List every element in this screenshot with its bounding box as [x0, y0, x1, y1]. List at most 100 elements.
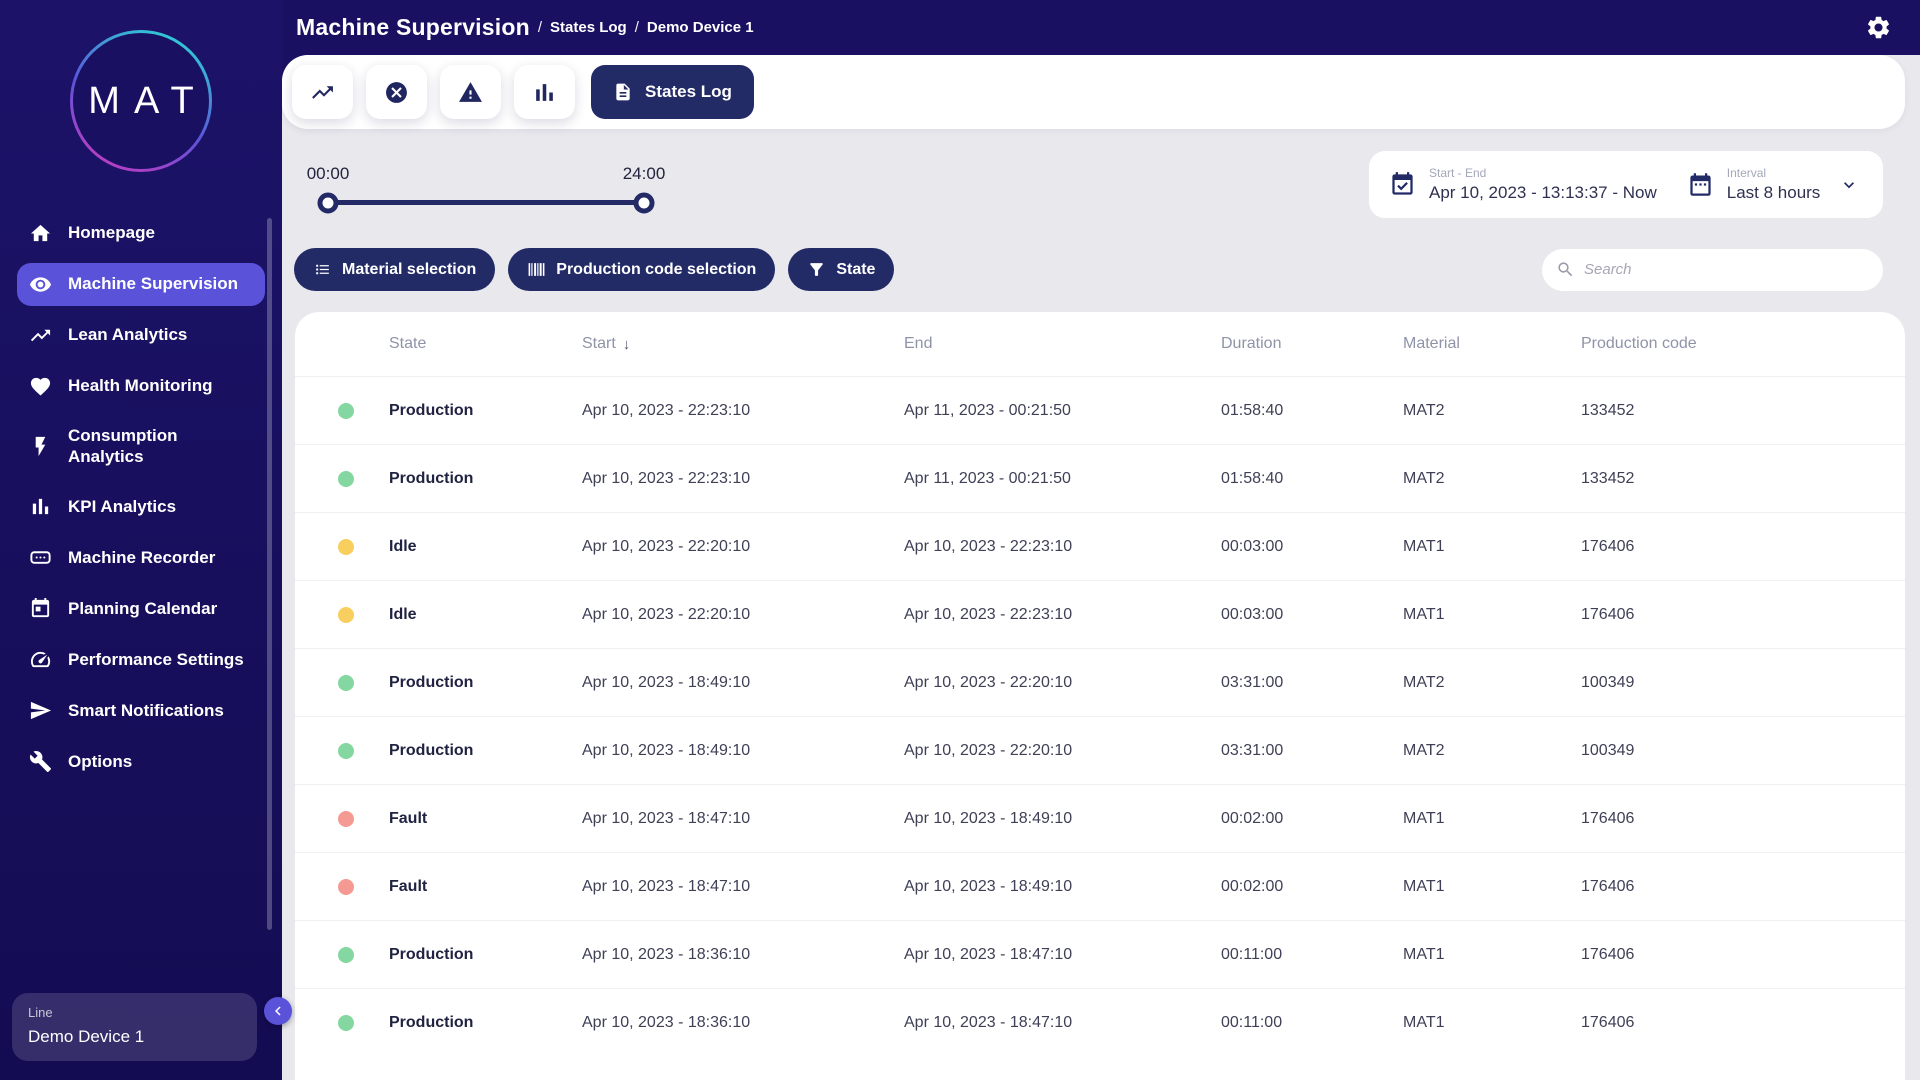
- cell-duration: 01:58:40: [1221, 470, 1403, 488]
- table-row[interactable]: FaultApr 10, 2023 - 18:47:10Apr 10, 2023…: [295, 852, 1905, 920]
- filter-material-selection-button[interactable]: Material selection: [294, 248, 495, 291]
- column-header-production-code[interactable]: Production code: [1581, 335, 1905, 353]
- tab-states-log-label: States Log: [645, 82, 732, 102]
- cell-duration: 01:58:40: [1221, 402, 1403, 420]
- page-title: Machine Supervision: [296, 14, 530, 41]
- sidebar-item-machine-recorder[interactable]: Machine Recorder: [17, 536, 265, 579]
- cell-material: MAT2: [1403, 470, 1581, 488]
- breadcrumb-separator: /: [538, 19, 542, 36]
- cell-end: Apr 10, 2023 - 22:20:10: [904, 674, 1221, 692]
- interval-picker[interactable]: Interval Last 8 hours: [1687, 166, 1860, 203]
- sidebar-item-planning-calendar[interactable]: Planning Calendar: [17, 587, 265, 630]
- sidebar-item-label: Consumption Analytics: [68, 426, 253, 467]
- tab-trend[interactable]: [292, 65, 353, 119]
- logo-ring: MAT: [70, 30, 212, 172]
- table-row[interactable]: ProductionApr 10, 2023 - 18:49:10Apr 10,…: [295, 648, 1905, 716]
- logo: MAT: [0, 0, 282, 172]
- table-row[interactable]: ProductionApr 10, 2023 - 18:36:10Apr 10,…: [295, 920, 1905, 988]
- slider-handle-start[interactable]: [318, 192, 339, 213]
- start-end-text: Start - End Apr 10, 2023 - 13:13:37 - No…: [1429, 166, 1657, 203]
- breadcrumb-states-log[interactable]: States Log: [550, 19, 627, 36]
- cell-end: Apr 10, 2023 - 18:47:10: [904, 946, 1221, 964]
- bars-icon: [532, 80, 557, 105]
- cell-start: Apr 10, 2023 - 18:36:10: [582, 1014, 904, 1032]
- state-dot: [338, 947, 354, 963]
- cell-material: MAT2: [1403, 674, 1581, 692]
- tab-alarms[interactable]: [440, 65, 501, 119]
- tab-errors[interactable]: [366, 65, 427, 119]
- tab-analytics[interactable]: [514, 65, 575, 119]
- search-input[interactable]: [1584, 261, 1869, 278]
- filter-state-button[interactable]: State: [788, 248, 894, 291]
- topbar: Machine Supervision / States Log / Demo …: [282, 0, 1920, 55]
- sidebar-item-machine-supervision[interactable]: Machine Supervision: [17, 263, 265, 306]
- cell-state-dot: [295, 471, 389, 487]
- sidebar-item-label: Machine Recorder: [68, 548, 215, 569]
- date-range-card: Start - End Apr 10, 2023 - 13:13:37 - No…: [1369, 151, 1883, 218]
- sidebar-collapse-button[interactable]: [264, 997, 292, 1025]
- column-header-duration[interactable]: Duration: [1221, 335, 1403, 353]
- cell-state: Fault: [389, 878, 582, 896]
- sidebar-item-smart-notifications[interactable]: Smart Notifications: [17, 689, 265, 732]
- states-table: StateStart↓EndDurationMaterialProduction…: [295, 312, 1905, 1080]
- slider-track[interactable]: [328, 200, 644, 205]
- interval-value: Last 8 hours: [1727, 183, 1821, 203]
- sidebar-nav: Homepage Machine Supervision Lean Analytic…: [0, 212, 282, 783]
- column-header-end[interactable]: End: [904, 335, 1221, 353]
- sidebar-item-label: KPI Analytics: [68, 497, 176, 518]
- start-end-picker[interactable]: Start - End Apr 10, 2023 - 13:13:37 - No…: [1389, 166, 1657, 203]
- settings-gear-icon[interactable]: [1865, 14, 1892, 41]
- sidebar-item-options[interactable]: Options: [17, 740, 265, 783]
- table-row[interactable]: FaultApr 10, 2023 - 18:47:10Apr 10, 2023…: [295, 784, 1905, 852]
- state-dot: [338, 811, 354, 827]
- cell-end: Apr 10, 2023 - 22:23:10: [904, 538, 1221, 556]
- table-row[interactable]: IdleApr 10, 2023 - 22:20:10Apr 10, 2023 …: [295, 512, 1905, 580]
- device-card[interactable]: Line Demo Device 1: [12, 993, 257, 1061]
- filter-buttons: Material selection Production code select…: [294, 248, 894, 291]
- cell-state-dot: [295, 403, 389, 419]
- sidebar-item-label: Homepage: [68, 223, 155, 244]
- slider-handle-end[interactable]: [634, 192, 655, 213]
- calendar-check-icon: [1389, 171, 1416, 198]
- column-header-material[interactable]: Material: [1403, 335, 1581, 353]
- cell-start: Apr 10, 2023 - 22:20:10: [582, 538, 904, 556]
- sidebar-item-label: Performance Settings: [68, 650, 244, 671]
- tab-states-log[interactable]: States Log: [591, 65, 754, 119]
- cell-production-code: 176406: [1581, 810, 1905, 828]
- table-row[interactable]: ProductionApr 10, 2023 - 22:23:10Apr 11,…: [295, 444, 1905, 512]
- filter-production-code-selection-button[interactable]: Production code selection: [508, 248, 775, 291]
- sidebar-item-kpi-analytics[interactable]: KPI Analytics: [17, 485, 265, 528]
- table-row[interactable]: ProductionApr 10, 2023 - 22:23:10Apr 11,…: [295, 376, 1905, 444]
- sidebar-item-homepage[interactable]: Homepage: [17, 212, 265, 255]
- breadcrumb-device[interactable]: Demo Device 1: [647, 19, 754, 36]
- cell-production-code: 176406: [1581, 1014, 1905, 1032]
- cell-start: Apr 10, 2023 - 18:36:10: [582, 946, 904, 964]
- cell-state: Idle: [389, 606, 582, 624]
- funnel-icon: [807, 260, 826, 279]
- sidebar-scrollbar[interactable]: [267, 218, 272, 930]
- sidebar-item-lean-analytics[interactable]: Lean Analytics: [17, 314, 265, 357]
- cell-duration: 00:11:00: [1221, 946, 1403, 964]
- logo-text: MAT: [74, 80, 207, 123]
- state-dot: [338, 675, 354, 691]
- table-row[interactable]: IdleApr 10, 2023 - 22:20:10Apr 10, 2023 …: [295, 580, 1905, 648]
- cell-start: Apr 10, 2023 - 22:23:10: [582, 402, 904, 420]
- table-row[interactable]: ProductionApr 10, 2023 - 18:36:10Apr 10,…: [295, 988, 1905, 1056]
- cell-state: Idle: [389, 538, 582, 556]
- column-header-state[interactable]: State: [389, 335, 582, 353]
- breadcrumb-separator: /: [635, 19, 639, 36]
- cell-material: MAT2: [1403, 742, 1581, 760]
- heart-icon: [29, 375, 52, 398]
- cell-state-dot: [295, 675, 389, 691]
- sort-desc-icon[interactable]: ↓: [623, 336, 631, 353]
- column-header-start[interactable]: Start↓: [582, 335, 904, 353]
- bolt-icon: [29, 435, 52, 458]
- filter-label: Production code selection: [556, 261, 756, 279]
- cell-duration: 00:02:00: [1221, 810, 1403, 828]
- sidebar-item-performance-settings[interactable]: Performance Settings: [17, 638, 265, 681]
- sidebar-item-consumption-analytics[interactable]: Consumption Analytics: [17, 416, 265, 477]
- table-row[interactable]: ProductionApr 10, 2023 - 18:49:10Apr 10,…: [295, 716, 1905, 784]
- cell-duration: 00:02:00: [1221, 878, 1403, 896]
- cell-material: MAT1: [1403, 606, 1581, 624]
- sidebar-item-health-monitoring[interactable]: Health Monitoring: [17, 365, 265, 408]
